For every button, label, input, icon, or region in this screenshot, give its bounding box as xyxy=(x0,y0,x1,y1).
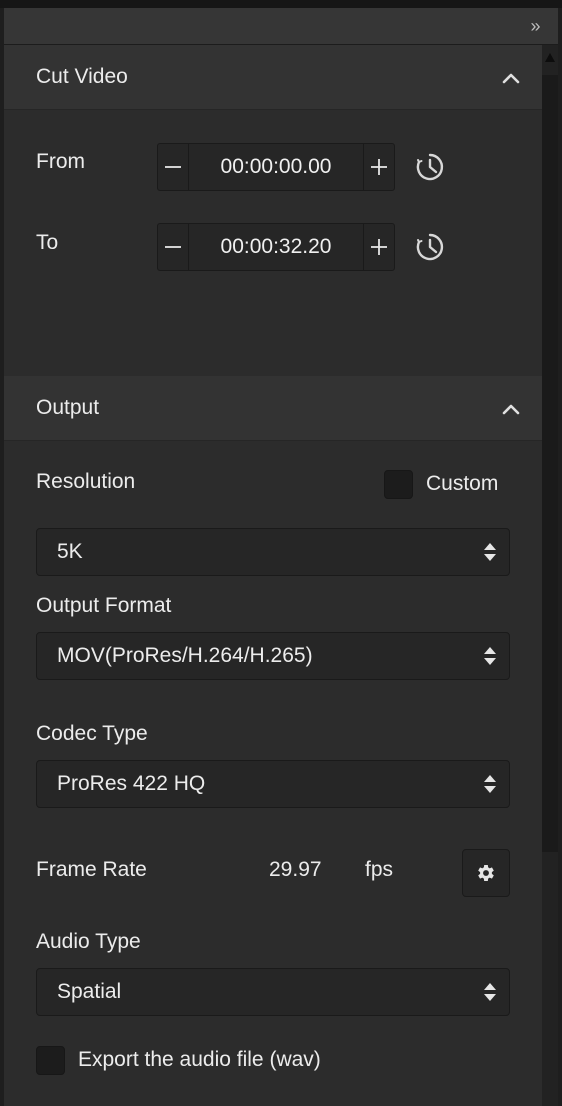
frame-rate-value: 29.97 xyxy=(269,858,322,881)
from-increment-button[interactable] xyxy=(363,144,394,190)
from-time-stepper xyxy=(157,143,395,191)
minus-icon xyxy=(165,246,181,248)
vertical-scrollbar[interactable] xyxy=(542,45,558,1106)
chevron-up-icon[interactable] xyxy=(500,67,522,89)
output-format-label: Output Format xyxy=(36,594,172,617)
to-time-input[interactable] xyxy=(189,224,363,270)
to-time-stepper xyxy=(157,223,395,271)
clock-icon[interactable] xyxy=(415,232,445,262)
frame-rate-settings-button[interactable] xyxy=(462,849,510,897)
resolution-value: 5K xyxy=(57,540,83,563)
export-audio-label: Export the audio file (wav) xyxy=(78,1048,321,1071)
codec-type-label: Codec Type xyxy=(36,722,148,745)
settings-panel: Cut Video From To Output xyxy=(4,45,542,1106)
from-time-input[interactable] xyxy=(189,144,363,190)
cut-video-section-header[interactable]: Cut Video xyxy=(4,45,542,110)
audio-type-label: Audio Type xyxy=(36,930,141,953)
codec-type-select[interactable]: ProRes 422 HQ xyxy=(36,760,510,808)
from-decrement-button[interactable] xyxy=(158,144,189,190)
audio-type-value: Spatial xyxy=(57,980,122,1003)
select-arrows-icon xyxy=(484,983,496,1001)
output-section-header[interactable]: Output xyxy=(4,376,542,441)
clock-icon[interactable] xyxy=(415,152,445,182)
frame-rate-label: Frame Rate xyxy=(36,858,147,881)
output-format-value: MOV(ProRes/H.264/H.265) xyxy=(57,644,313,667)
minus-icon xyxy=(165,166,181,168)
gear-icon xyxy=(478,865,494,881)
resolution-select[interactable]: 5K xyxy=(36,528,510,576)
audio-type-select[interactable]: Spatial xyxy=(36,968,510,1016)
frame-rate-unit: fps xyxy=(365,858,394,881)
select-arrows-icon xyxy=(484,775,496,793)
to-label: To xyxy=(36,231,59,254)
resolution-label: Resolution xyxy=(36,470,136,493)
scroll-up-arrow-icon[interactable] xyxy=(545,53,555,62)
collapse-panel-button[interactable]: » xyxy=(522,14,546,38)
top-strip xyxy=(0,0,562,8)
cut-video-title: Cut Video xyxy=(36,65,128,88)
to-increment-button[interactable] xyxy=(363,224,394,270)
scrollbar-thumb[interactable] xyxy=(542,75,558,852)
panel-toolbar: » xyxy=(4,8,558,45)
export-audio-checkbox[interactable] xyxy=(36,1046,65,1075)
custom-label: Custom xyxy=(426,472,499,495)
output-format-select[interactable]: MOV(ProRes/H.264/H.265) xyxy=(36,632,510,680)
select-arrows-icon xyxy=(484,647,496,665)
to-decrement-button[interactable] xyxy=(158,224,189,270)
plus-icon xyxy=(371,159,387,175)
from-label: From xyxy=(36,150,85,173)
custom-checkbox[interactable] xyxy=(384,470,413,499)
chevron-up-icon[interactable] xyxy=(500,398,522,420)
plus-icon xyxy=(371,239,387,255)
select-arrows-icon xyxy=(484,543,496,561)
output-title: Output xyxy=(36,396,100,419)
codec-type-value: ProRes 422 HQ xyxy=(57,772,206,795)
